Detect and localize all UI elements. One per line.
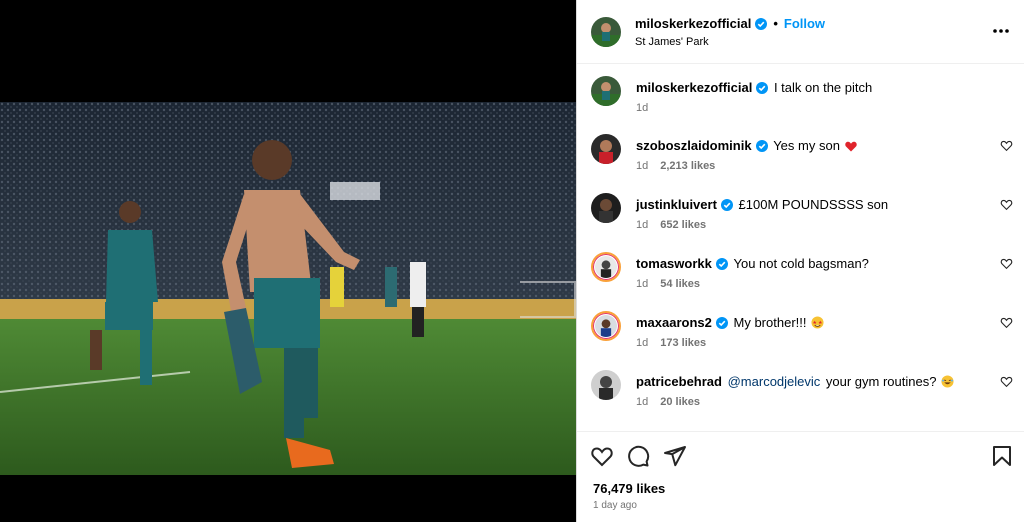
separator-dot: • [773, 16, 778, 31]
caption-line: miloskerkezofficial I talk on the pitch [636, 80, 872, 95]
comment-meta: 1d 652 likes [636, 219, 706, 231]
comment-line: justinkluivert £100M POUNDSSSS son [636, 197, 888, 212]
red-heart-emoji-icon [844, 141, 857, 152]
comment-meta: 1d 173 likes [636, 337, 706, 349]
comments-list: miloskerkezofficial I talk on the pitch … [577, 64, 1024, 432]
author-line: miloskerkezofficial • Follow [635, 16, 825, 31]
comment-text: My brother!!! [733, 315, 807, 330]
share-icon[interactable] [663, 444, 687, 468]
comment-time[interactable]: 1d [636, 278, 648, 290]
author-username[interactable]: miloskerkezofficial [635, 16, 751, 31]
comment-username[interactable]: maxaarons2 [636, 315, 712, 330]
author-avatar[interactable] [591, 17, 621, 47]
commenter-avatar[interactable] [591, 193, 621, 223]
verified-badge-icon [755, 18, 768, 30]
comment-username[interactable]: tomasworkk [636, 256, 712, 271]
comment-like-heart-icon[interactable] [1000, 257, 1013, 270]
comment-line: patricebehrad @marcodjelevic your gym ro… [636, 374, 954, 389]
comment-time[interactable]: 1d [636, 219, 648, 231]
comment-item: szoboszlaidominik Yes my son 1d 2,213 lik… [577, 122, 1024, 172]
comment-time[interactable]: 1d [636, 160, 648, 172]
comment-line: szoboszlaidominik Yes my son [636, 138, 857, 153]
comment-item: patricebehrad @marcodjelevic your gym ro… [577, 358, 1024, 408]
comment-likes[interactable]: 54 likes [660, 278, 700, 290]
caption-username[interactable]: miloskerkezofficial [636, 80, 752, 95]
caption-item: miloskerkezofficial I talk on the pitch … [577, 64, 1024, 114]
verified-badge-icon [720, 199, 733, 211]
verified-badge-icon [756, 82, 769, 94]
comment-likes[interactable]: 20 likes [660, 396, 700, 408]
comment-meta: 1d 20 likes [636, 396, 700, 408]
heart-icon[interactable] [590, 444, 614, 468]
star-struck-emoji-icon [811, 316, 824, 329]
comment-username[interactable]: szoboszlaidominik [636, 138, 752, 153]
verified-badge-icon [715, 258, 728, 270]
comment-text: Yes my son [773, 138, 840, 153]
follow-button[interactable]: Follow [784, 16, 825, 31]
post-actions [577, 440, 1024, 470]
likes-count[interactable]: 76,479 likes [593, 481, 665, 496]
comment-meta: 1d 54 likes [636, 278, 700, 290]
bookmark-icon[interactable] [990, 444, 1014, 468]
post-photo[interactable] [0, 102, 576, 475]
caption-time[interactable]: 1d [636, 102, 648, 114]
comment-meta: 1d 2,213 likes [636, 160, 715, 172]
commenter-avatar-story[interactable] [591, 311, 621, 341]
comment-item: justinkluivert £100M POUNDSSSS son 1d 652… [577, 181, 1024, 231]
comment-like-heart-icon[interactable] [1000, 139, 1013, 152]
comment-like-heart-icon[interactable] [1000, 316, 1013, 329]
commenter-avatar[interactable] [591, 370, 621, 400]
laughing-emoji-icon [941, 375, 954, 388]
caption-text: I talk on the pitch [773, 80, 873, 95]
comment-text: your gym routines? [825, 374, 937, 389]
comment-username[interactable]: patricebehrad [636, 374, 722, 389]
author-avatar[interactable] [591, 76, 621, 106]
verified-badge-icon [755, 140, 768, 152]
comment-time[interactable]: 1d [636, 396, 648, 408]
post-timestamp[interactable]: 1 day ago [593, 500, 637, 511]
comment-time[interactable]: 1d [636, 337, 648, 349]
comment-line: tomasworkk You not cold bagsman? [636, 256, 869, 271]
more-options-icon[interactable] [991, 22, 1011, 40]
comment-icon[interactable] [626, 444, 650, 468]
verified-badge-icon [715, 317, 728, 329]
comment-like-heart-icon[interactable] [1000, 375, 1013, 388]
comment-text: £100M POUNDSSSS son [738, 197, 889, 212]
comment-likes[interactable]: 2,213 likes [660, 160, 715, 172]
comment-text: You not cold bagsman? [733, 256, 869, 271]
post-panel: miloskerkezofficial • Follow St James' Par… [576, 0, 1024, 522]
comment-item: maxaarons2 My brother!!! 1d 173 likes [577, 299, 1024, 349]
post-header: miloskerkezofficial • Follow St James' Par… [577, 0, 1024, 64]
post-media [0, 0, 576, 522]
post-location[interactable]: St James' Park [635, 36, 709, 48]
comment-username[interactable]: justinkluivert [636, 197, 717, 212]
comment-item: tomasworkk You not cold bagsman? 1d 54 li… [577, 240, 1024, 290]
commenter-avatar[interactable] [591, 134, 621, 164]
comment-likes[interactable]: 173 likes [660, 337, 706, 349]
comment-like-heart-icon[interactable] [1000, 198, 1013, 211]
comment-likes[interactable]: 652 likes [660, 219, 706, 231]
comment-line: maxaarons2 My brother!!! [636, 315, 824, 330]
comment-mention-link[interactable]: @marcodjelevic [728, 374, 821, 389]
commenter-avatar-story[interactable] [591, 252, 621, 282]
